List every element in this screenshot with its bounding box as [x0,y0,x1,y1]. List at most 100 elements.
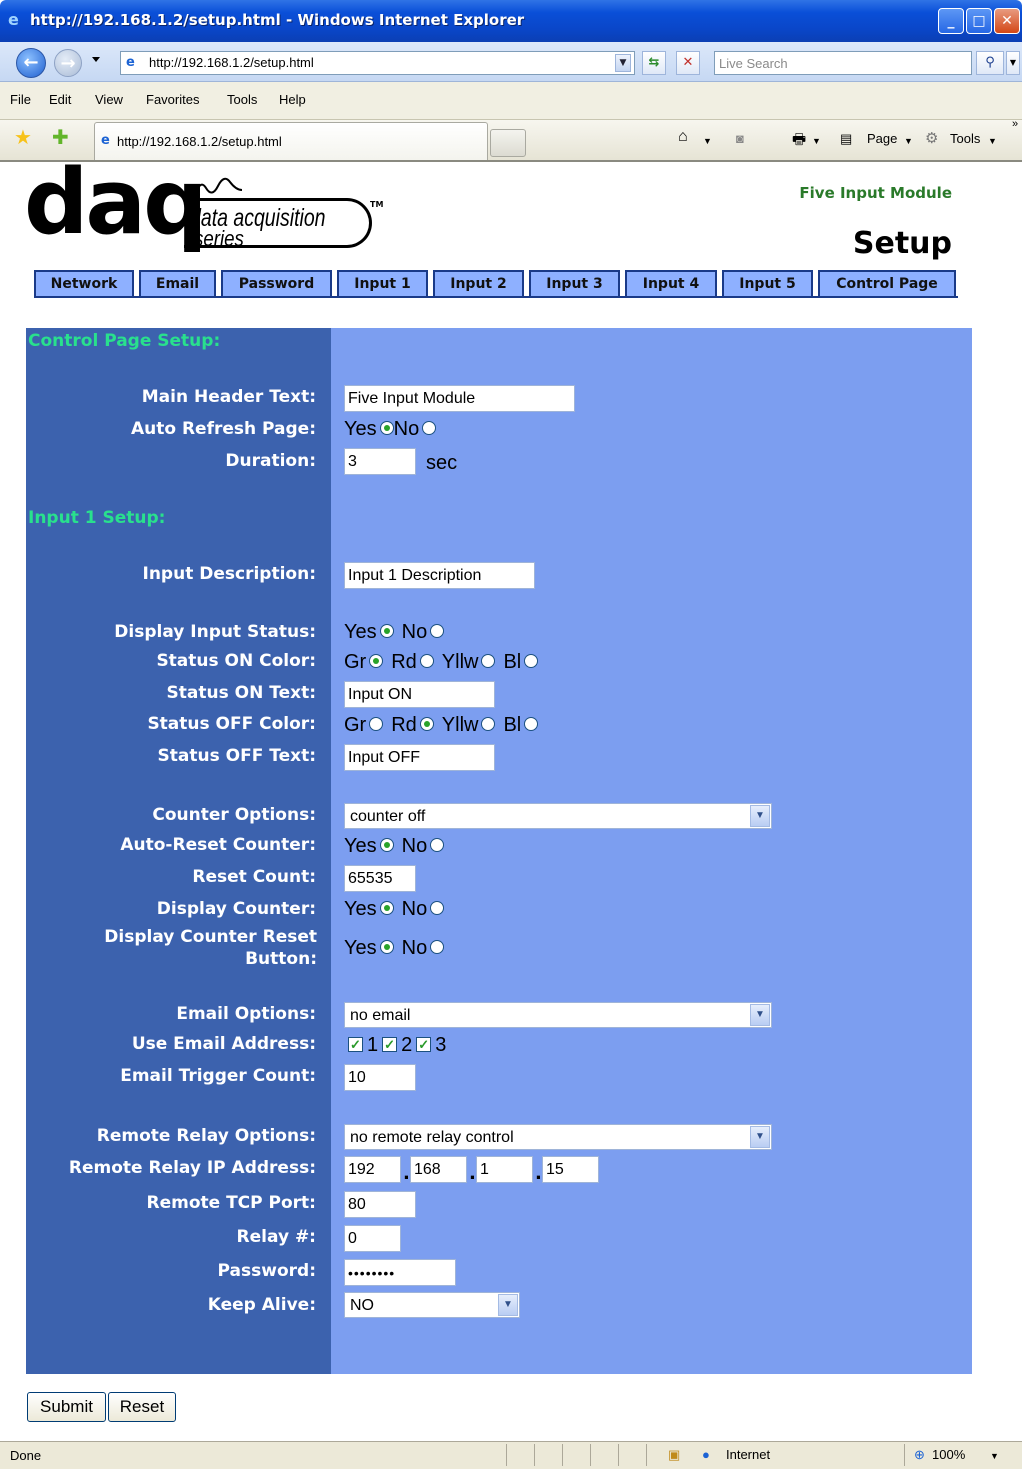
tab-input-2[interactable]: Input 2 [433,270,524,297]
display-counter-yes-radio[interactable] [379,901,394,916]
keep-alive-select[interactable]: NO ▼ [344,1292,520,1318]
print-icon[interactable]: 🖶 [792,129,806,154]
minimize-button[interactable]: _ [938,8,964,34]
display-reset-yes-label: Yes [344,937,377,959]
relay-ip-octet-4[interactable]: 15 [542,1156,599,1183]
chevron-down-icon[interactable]: ▼ [750,1004,770,1026]
display-reset-yes-radio[interactable] [379,940,394,955]
feeds-icon[interactable]: ◙ [736,131,744,146]
password-label: Password: [217,1261,316,1281]
duration-unit: sec [426,452,458,474]
search-dropdown-icon[interactable]: ▼ [1006,51,1020,75]
tcp-port-field[interactable]: 80 [344,1191,416,1218]
chevron-down-icon[interactable]: ▼ [750,1126,770,1148]
off-color-yllw-radio[interactable] [481,717,496,732]
submit-button[interactable]: Submit [27,1392,106,1422]
off-color-bl-radio[interactable] [524,717,539,732]
relay-number-field[interactable]: 0 [344,1225,401,1252]
zoom-dropdown-icon[interactable]: ▼ [990,1451,999,1461]
home-dropdown-icon[interactable]: ▼ [703,136,712,146]
address-dropdown-icon[interactable]: ▼ [615,54,631,72]
main-header-field[interactable]: Five Input Module [344,385,575,412]
zoom-icon: ⊕ [914,1447,925,1462]
chevron-right-icon[interactable]: » [1012,118,1018,130]
chevron-down-icon[interactable]: ▼ [750,805,770,827]
tab-input-3[interactable]: Input 3 [529,270,620,297]
off-color-rd-radio[interactable] [419,717,434,732]
email-2-checkbox[interactable]: ✓ [382,1036,398,1052]
close-button[interactable]: ✕ [994,8,1020,34]
address-url[interactable]: http://192.168.1.2/setup.html [149,55,314,70]
display-reset-no-radio[interactable] [430,940,445,955]
on-text-field[interactable]: Input ON [344,681,495,708]
auto-refresh-no-radio[interactable] [422,421,437,436]
on-color-bl-label: Bl [503,651,522,673]
duration-field[interactable]: 3 [344,448,416,475]
email-3-checkbox[interactable]: ✓ [416,1036,432,1052]
password-field[interactable]: •••••••• [344,1259,456,1286]
menu-tools[interactable]: Tools [227,92,257,107]
tab-password[interactable]: Password [221,270,332,297]
display-status-yes-radio[interactable] [379,624,394,639]
email-options-label: Email Options: [176,1004,316,1024]
relay-options-select[interactable]: no remote relay control ▼ [344,1124,772,1150]
tab-control-page[interactable]: Control Page [818,270,956,297]
auto-reset-no-radio[interactable] [430,838,445,853]
ip-dot: . [535,1163,542,1184]
history-dropdown-icon[interactable] [92,57,100,62]
relay-ip-octet-3[interactable]: 1 [476,1156,533,1183]
back-button[interactable]: ← [16,48,46,78]
page-dropdown-icon[interactable]: ▼ [904,136,913,146]
home-icon[interactable]: ⌂ [678,128,688,146]
relay-ip-octet-1[interactable]: 192 [344,1156,401,1183]
tools-dropdown-icon[interactable]: ▼ [988,136,997,146]
tab-email[interactable]: Email [139,270,216,297]
display-counter-no-radio[interactable] [430,901,445,916]
menu-help[interactable]: Help [279,92,306,107]
new-tab-button[interactable] [490,129,526,157]
auto-reset-yes-radio[interactable] [379,838,394,853]
address-toolbar: ← → e http://192.168.1.2/setup.html ▼ ⇆ … [0,42,1022,82]
auto-refresh-yes-radio[interactable] [379,421,394,436]
counter-options-select[interactable]: counter off ▼ [344,803,772,829]
zoom-level[interactable]: 100% [932,1447,965,1462]
email-options-select[interactable]: no email ▼ [344,1002,772,1028]
tab-input-5[interactable]: Input 5 [722,270,813,297]
print-dropdown-icon[interactable]: ▼ [812,136,821,146]
off-text-field[interactable]: Input OFF [344,744,495,771]
tab-input-4[interactable]: Input 4 [625,270,717,297]
add-favorites-icon[interactable]: ✚ [52,126,69,148]
maximize-button[interactable]: □ [966,8,992,34]
tab-input-1[interactable]: Input 1 [337,270,428,297]
security-zone[interactable]: Internet [726,1447,770,1462]
refresh-button[interactable]: ⇆ [642,51,666,75]
page-menu[interactable]: Page [867,131,897,146]
input-description-field[interactable]: Input 1 Description [344,562,535,589]
search-icon[interactable]: ⚲ [976,51,1004,75]
menu-edit[interactable]: Edit [49,92,71,107]
chevron-down-icon[interactable]: ▼ [498,1294,518,1316]
menu-favorites[interactable]: Favorites [146,92,199,107]
off-color-gr-radio[interactable] [369,717,384,732]
menu-file[interactable]: File [10,92,31,107]
email-1-checkbox[interactable]: ✓ [348,1036,363,1052]
relay-ip-octet-2[interactable]: 168 [410,1156,467,1183]
address-field[interactable]: e http://192.168.1.2/setup.html ▼ [120,51,635,75]
reset-count-field[interactable]: 65535 [344,865,416,892]
tab-network[interactable]: Network [34,270,134,297]
on-color-rd-radio[interactable] [419,654,434,669]
display-status-no-radio[interactable] [430,624,445,639]
on-color-yllw-radio[interactable] [481,654,496,669]
on-color-bl-radio[interactable] [524,654,539,669]
on-color-gr-radio[interactable] [369,654,384,669]
email-trigger-field[interactable]: 10 [344,1064,416,1091]
on-color-label: Status ON Color: [156,651,316,671]
protected-mode-icon[interactable]: ▣ [668,1447,680,1463]
forward-button[interactable]: → [54,49,82,77]
search-input[interactable]: Live Search [714,51,972,75]
favorites-star-icon[interactable]: ★ [14,126,32,148]
tools-menu[interactable]: Tools [950,131,980,146]
menu-view[interactable]: View [95,92,123,107]
stop-button[interactable]: ✕ [676,51,700,75]
reset-button[interactable]: Reset [108,1392,176,1422]
